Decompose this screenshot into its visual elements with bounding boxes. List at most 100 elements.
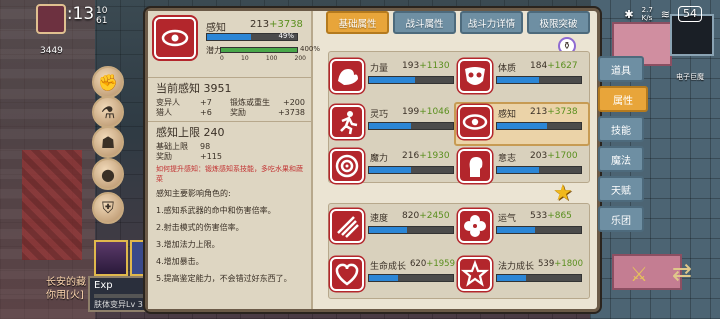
potion-icon: ⚗: [100, 102, 116, 122]
bomb-icon: ●: [101, 164, 115, 184]
side-menu-item-2[interactable]: 技能: [598, 116, 644, 142]
muscle-icon: [330, 59, 364, 93]
current-row-v2: +3738: [277, 108, 305, 117]
quick-slot-3[interactable]: ☗: [92, 126, 124, 158]
demon-icon: ☗: [100, 132, 116, 152]
swirl-icon: [330, 149, 364, 183]
quick-slot-5[interactable]: ⛨: [92, 192, 124, 224]
quick-slot-2[interactable]: ⚗: [92, 96, 124, 128]
attribute-detail: 感知 213+3738 49% 潜力 400% 0 10 100 200 当前感知 3…: [148, 11, 320, 309]
cap-row: 基础上限 98: [148, 142, 313, 152]
potential-bar: [220, 47, 298, 53]
stat-bar: [496, 226, 582, 234]
flask-icon: ⚱: [562, 40, 572, 52]
swap-arrows-icon[interactable]: ⇄: [672, 258, 708, 294]
sword-icon[interactable]: ⚔: [630, 262, 658, 290]
player-avatar[interactable]: [36, 4, 66, 34]
stat-9[interactable]: 法力成长 539+1800: [458, 255, 583, 295]
stat-7[interactable]: 运气 533+865: [458, 207, 583, 247]
potential-tick: 100: [265, 55, 278, 62]
status-icons: ✱ 2.7 K/s ≋ 54: [624, 6, 702, 22]
description-line: 5.提高鉴定能力，不会错过好东西了。: [156, 274, 292, 283]
companion-portrait[interactable]: [130, 240, 146, 276]
potential-fill: [221, 48, 297, 52]
stat-4[interactable]: 魔力 216+1930: [330, 147, 455, 187]
stat-bar-fill: [369, 167, 411, 173]
stat-3[interactable]: 感知 213+3738: [454, 102, 590, 146]
wifi-icon: ≋: [660, 7, 670, 21]
detail-name: 感知: [206, 23, 226, 34]
carpet: [22, 150, 82, 260]
current-row: 变异人 +7 锻炼或重生 +200: [148, 98, 313, 108]
tab-3[interactable]: 极限突破: [527, 11, 590, 34]
chat-log: 长安的藏 你用[火]: [46, 276, 86, 302]
stat-bar-fill: [369, 77, 416, 83]
stat-8[interactable]: 生命成长 620+1959: [330, 255, 455, 295]
stat-bonus: +1130: [419, 61, 450, 71]
stat-1[interactable]: 体质 184+1627: [458, 57, 583, 97]
tab-0[interactable]: 基础属性: [326, 11, 389, 34]
current-row-v2: +200: [283, 98, 305, 107]
eye-icon: [458, 105, 492, 139]
potential-tick: 10: [241, 55, 249, 62]
stat-bar: [368, 274, 454, 282]
stat-0[interactable]: 力量 193+1130: [330, 57, 455, 97]
stat-base: 539: [538, 259, 555, 269]
stat-base: 213: [530, 107, 548, 117]
stat-base: 820: [402, 211, 420, 221]
potential-tick: 0: [220, 55, 224, 62]
stat-value: 216+1930: [402, 151, 450, 161]
speed-icon: [330, 209, 364, 243]
stat-bonus: +1700: [547, 151, 578, 161]
favorite-star-icon[interactable]: ★: [553, 181, 573, 206]
potential-ticks: 0 10 100 200: [220, 55, 306, 62]
current-row-k2: 奖励: [230, 108, 246, 117]
eye-icon: [154, 17, 196, 59]
bluetooth-icon: ✱: [624, 7, 634, 21]
side-menu-item-3[interactable]: 魔法: [598, 146, 644, 172]
side-menu: 道具属性技能魔法天赋乐团: [598, 56, 648, 232]
stat-name: 体质: [498, 64, 517, 74]
hero-portrait[interactable]: [94, 240, 128, 276]
side-menu-item-5[interactable]: 乐团: [598, 206, 644, 232]
stat-bar: [368, 166, 454, 174]
stat-value: 193+1130: [402, 61, 450, 71]
side-menu-item-4[interactable]: 天赋: [598, 176, 644, 202]
side-menu-item-1[interactable]: 属性: [598, 86, 648, 112]
tab-1[interactable]: 战斗属性: [393, 11, 456, 34]
mask-icon: [458, 59, 492, 93]
stat-2[interactable]: 灵巧 199+1046: [330, 103, 455, 143]
detail-progress-fill: [207, 34, 252, 40]
stat-bonus: +1959: [426, 259, 455, 269]
quick-slot-4[interactable]: ●: [92, 158, 124, 190]
mana-icon: [458, 257, 492, 291]
stat-value: 539+1800: [538, 259, 583, 269]
stat-bonus: +2450: [419, 211, 450, 221]
shield-icon: ⛨: [101, 198, 114, 217]
stat-bar: [368, 226, 454, 234]
stat-name: 力量: [370, 64, 389, 74]
battery-indicator: 54: [678, 6, 702, 22]
stat-bar: [368, 122, 454, 130]
cap-row-v: +115: [200, 152, 222, 161]
stat-base: 184: [530, 61, 548, 71]
chat-line-2: 你用[火]: [46, 290, 84, 301]
potential-percent: 400%: [300, 45, 321, 53]
stat-name: 魔力: [370, 154, 389, 164]
cap-row-k: 基础上限: [156, 142, 188, 151]
quick-slot-1[interactable]: ✊: [92, 66, 124, 98]
description-line: 2.射击模式的伤害倍率。: [156, 223, 244, 232]
tab-2[interactable]: 战斗力详情: [460, 11, 523, 34]
runner-icon: [330, 105, 364, 139]
side-menu-item-0[interactable]: 道具: [598, 56, 644, 82]
stat-bonus: +1930: [419, 151, 450, 161]
cap-row-k: 奖励: [156, 152, 172, 161]
current-row-k2: 锻炼或重生: [230, 98, 270, 107]
stat-base: 203: [530, 151, 548, 161]
network-speed: 2.7 K/s: [641, 6, 653, 22]
stat-6[interactable]: 速度 820+2450: [330, 207, 455, 247]
clover-icon: [458, 209, 492, 243]
coin-count-3: 3449: [40, 46, 63, 56]
fist-icon: ✊: [98, 72, 118, 92]
stat-bar: [496, 76, 582, 84]
